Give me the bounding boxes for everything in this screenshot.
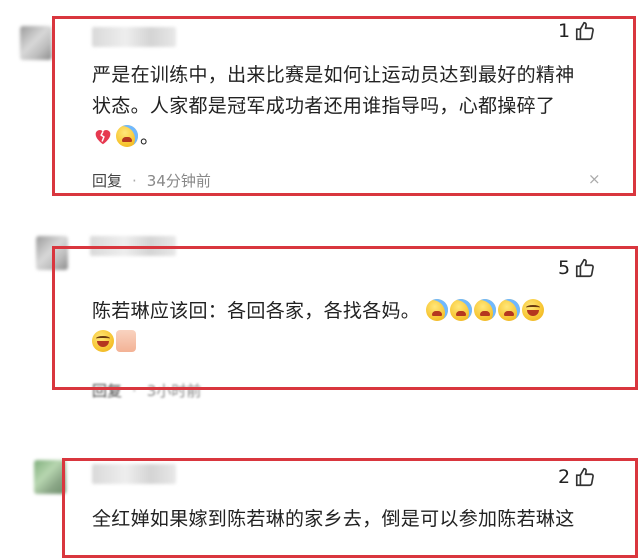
separator-dot: · bbox=[132, 381, 137, 400]
comment-time: 3小时前 bbox=[146, 382, 202, 400]
crying-laugh-icon bbox=[498, 299, 521, 321]
like-button[interactable]: 5 bbox=[558, 257, 596, 279]
comment-text-line: 严是在训练中，出来比赛是如何让运动员达到最好的精神 bbox=[92, 64, 575, 86]
comment-time: 34分钟前 bbox=[146, 172, 211, 190]
comment-meta: 回复 · 34分钟前 bbox=[92, 170, 211, 191]
like-count: 1 bbox=[558, 20, 571, 42]
comment-text: 陈若琳应该回：各回各家，各找各妈。 bbox=[92, 296, 612, 358]
avatar[interactable] bbox=[36, 236, 68, 270]
username-blurred[interactable] bbox=[92, 464, 176, 484]
separator-dot: · bbox=[132, 171, 137, 190]
comment-text: 全红婵如果嫁到陈若琳的家乡去，倒是可以参加陈若琳这 bbox=[92, 504, 632, 535]
username-blurred[interactable] bbox=[90, 236, 176, 256]
avatar[interactable] bbox=[20, 26, 52, 60]
like-button[interactable]: 2 bbox=[558, 466, 596, 488]
rolling-laugh-icon bbox=[426, 299, 449, 321]
comment-text-line: 状态。人家都是冠军成功者还用谁指导吗，心都操碎了 bbox=[92, 95, 556, 117]
broken-heart-icon bbox=[92, 125, 114, 147]
comment-text-line: 陈若琳应该回：各回各家，各找各妈。 bbox=[92, 296, 612, 327]
avatar[interactable] bbox=[34, 460, 66, 494]
reply-button[interactable]: 回复 bbox=[92, 170, 122, 191]
comment-text-line: 。 bbox=[92, 122, 612, 153]
comment-text-line bbox=[92, 327, 612, 358]
like-count: 5 bbox=[558, 257, 571, 279]
reply-button[interactable]: 回复 bbox=[92, 380, 122, 401]
rolling-laugh-icon bbox=[450, 299, 473, 321]
grin-laugh-icon bbox=[522, 299, 545, 321]
close-icon[interactable]: × bbox=[588, 170, 601, 188]
thumbs-up-icon bbox=[576, 21, 595, 41]
username-blurred[interactable] bbox=[92, 27, 176, 47]
thumbs-up-icon bbox=[576, 258, 595, 278]
comment-text-line: 全红婵如果嫁到陈若琳的家乡去，倒是可以参加陈若琳这 bbox=[92, 508, 575, 530]
like-button[interactable]: 1 bbox=[558, 20, 596, 42]
crying-laugh-icon bbox=[116, 125, 138, 147]
like-count: 2 bbox=[558, 466, 571, 488]
crying-laugh-icon bbox=[474, 299, 497, 321]
thumbs-up-icon bbox=[576, 467, 595, 487]
comment-meta: 回复 · 3小时前 bbox=[92, 380, 201, 401]
grin-laugh-icon bbox=[92, 330, 114, 352]
comment-text: 严是在训练中，出来比赛是如何让运动员达到最好的精神 状态。人家都是冠军成功者还用… bbox=[92, 60, 612, 153]
thumbs-up-emoji-icon bbox=[116, 330, 136, 352]
